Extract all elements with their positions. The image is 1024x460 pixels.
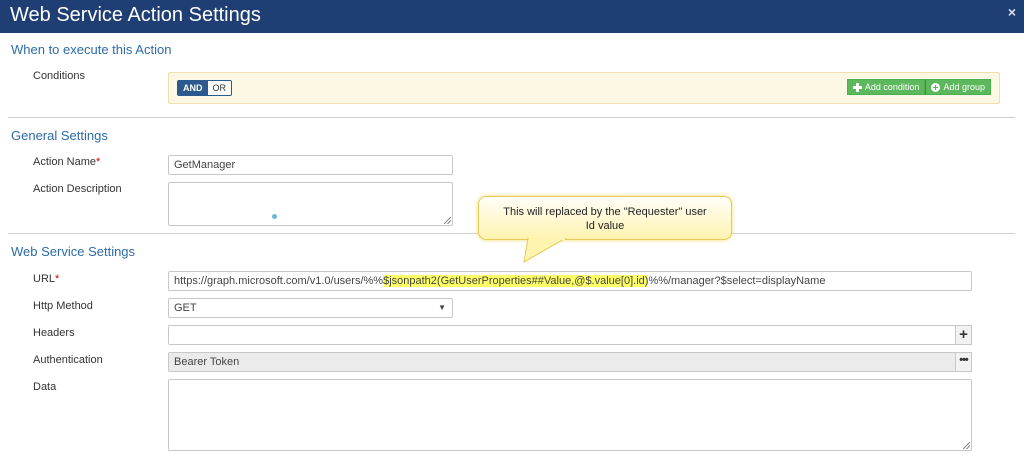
divider — [8, 117, 1015, 118]
conditions-label: Conditions — [33, 70, 85, 82]
and-toggle-button[interactable]: AND — [178, 81, 208, 95]
required-mark: * — [55, 273, 60, 285]
chevron-down-icon: ▼ — [438, 303, 446, 312]
headers-label: Headers — [33, 327, 75, 339]
http-method-select[interactable]: GET ▼ — [168, 298, 453, 318]
required-mark: * — [95, 156, 101, 168]
plus-icon — [852, 82, 862, 92]
url-label-text: URL — [33, 273, 56, 285]
callout-line-2: Id value — [585, 220, 625, 232]
add-condition-label: Add condition — [864, 82, 920, 92]
callout-pointer — [523, 238, 568, 263]
url-highlighted-expression: $jsonpath2(GetUserProperties##Value,@$.v… — [383, 275, 649, 287]
http-method-label: Http Method — [33, 300, 93, 312]
dialog-titlebar: Web Service Action Settings × — [0, 0, 1024, 33]
add-condition-button[interactable]: Add condition — [846, 79, 926, 95]
action-name-label-text: Action Name — [33, 156, 96, 168]
conditions-box: AND OR Add condition Add group — [168, 72, 1000, 104]
more-options-button[interactable]: ••• — [955, 352, 972, 372]
section-title-general: General Settings — [11, 128, 108, 143]
add-header-button[interactable]: + — [955, 325, 972, 345]
or-toggle-button[interactable]: OR — [207, 81, 231, 95]
data-textarea[interactable] — [168, 379, 972, 451]
section-title-web-service: Web Service Settings — [11, 244, 136, 259]
annotation-callout: This will replaced by the "Requester" us… — [478, 196, 732, 240]
action-description-textarea[interactable] — [168, 182, 453, 226]
condition-button-group: Add condition Add group — [846, 79, 991, 95]
close-icon[interactable]: × — [1008, 4, 1016, 20]
dialog-title: Web Service Action Settings — [10, 4, 261, 26]
and-or-toggle: AND OR — [177, 80, 232, 96]
data-label: Data — [33, 381, 57, 393]
plus-icon: + — [959, 326, 968, 343]
http-method-value: GET — [174, 302, 197, 314]
plus-circle-icon — [931, 82, 941, 92]
add-group-button[interactable]: Add group — [925, 79, 991, 95]
resize-handle[interactable] — [963, 442, 970, 449]
url-suffix: %%/manager?$select=displayName — [648, 275, 826, 287]
headers-input[interactable] — [168, 325, 956, 345]
authentication-label: Authentication — [33, 354, 103, 366]
action-name-label: Action Name* — [33, 156, 100, 168]
url-label: URL* — [33, 273, 59, 285]
action-description-label: Action Description — [33, 183, 122, 195]
ellipsis-icon: ••• — [959, 354, 969, 366]
url-prefix: https://graph.microsoft.com/v1.0/users/%… — [174, 275, 384, 287]
url-input[interactable]: https://graph.microsoft.com/v1.0/users/%… — [168, 271, 972, 291]
action-name-input[interactable]: GetManager — [168, 155, 453, 175]
resize-handle[interactable] — [444, 217, 451, 224]
section-title-when: When to execute this Action — [11, 42, 172, 57]
callout-line-1: This will replaced by the "Requester" us… — [503, 206, 707, 218]
cursor-dot — [272, 214, 277, 219]
authentication-input[interactable]: Bearer Token — [168, 352, 956, 372]
add-group-label: Add group — [943, 82, 985, 92]
